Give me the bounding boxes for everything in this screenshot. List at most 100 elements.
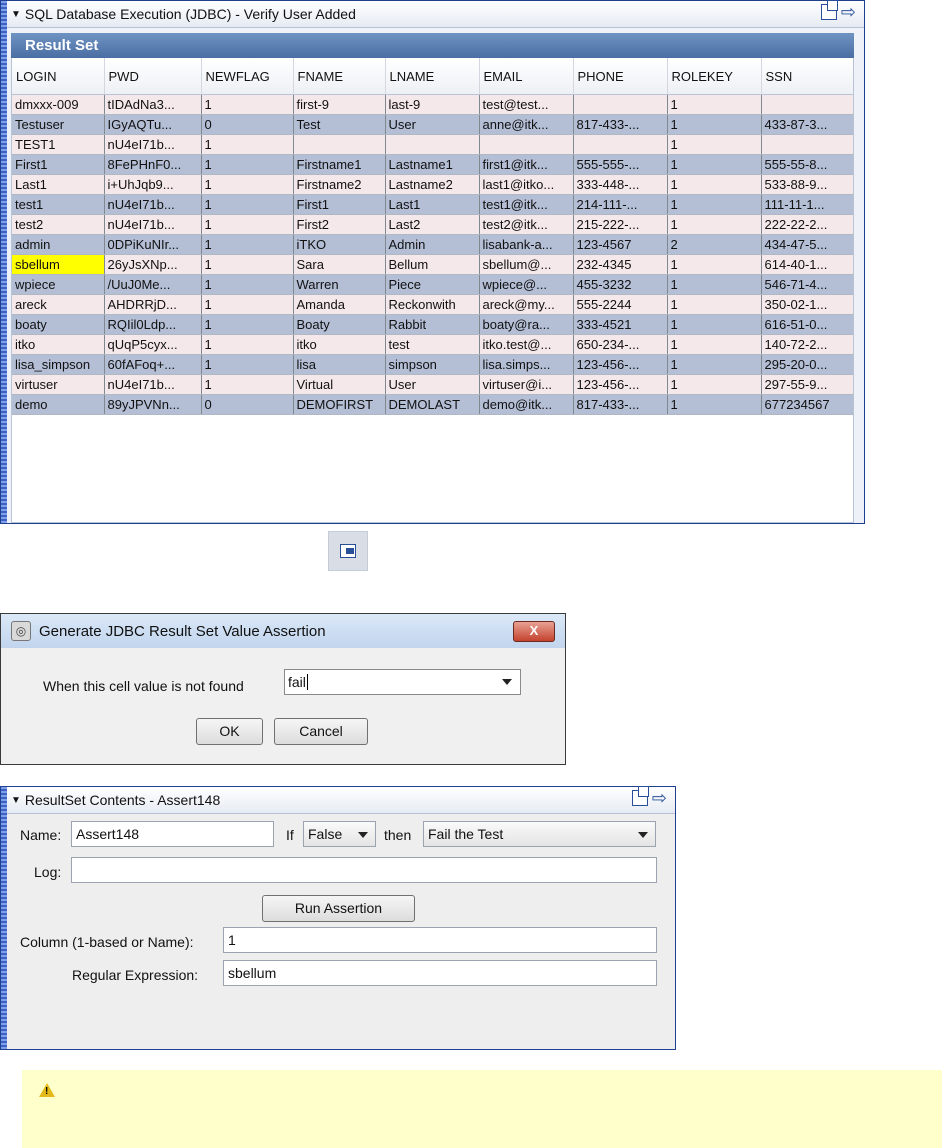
- table-row[interactable]: wpiece/UuJ0Me... 1 Warren Piece wpiece@... 45…: [12, 274, 853, 295]
- table-cell[interactable]: Testuser: [12, 114, 105, 135]
- table-cell[interactable]: i+UhJqb9...: [104, 174, 202, 195]
- table-cell[interactable]: Boaty: [293, 314, 386, 335]
- table-cell[interactable]: virtuser: [12, 374, 105, 395]
- table-cell[interactable]: [573, 94, 668, 115]
- table-cell[interactable]: 1: [667, 114, 762, 135]
- not-found-action-select[interactable]: fail: [284, 669, 521, 695]
- table-cell[interactable]: 1: [667, 314, 762, 335]
- table-cell[interactable]: areck: [12, 294, 105, 315]
- table-cell[interactable]: 1: [667, 174, 762, 195]
- table-cell[interactable]: 295-20-0...: [761, 354, 853, 375]
- table-cell[interactable]: 333-448-...: [573, 174, 668, 195]
- table-cell[interactable]: 1: [667, 214, 762, 235]
- column-header[interactable]: LNAME: [385, 58, 480, 95]
- generate-assertion-icon[interactable]: [328, 531, 368, 571]
- table-cell[interactable]: 215-222-...: [573, 214, 668, 235]
- table-cell[interactable]: IGyAQTu...: [104, 114, 202, 135]
- table-cell[interactable]: lisabank-a...: [479, 234, 574, 255]
- table-cell[interactable]: dmxxx-009: [12, 94, 105, 115]
- table-cell[interactable]: test@test...: [479, 94, 574, 115]
- table-cell[interactable]: Test: [293, 114, 386, 135]
- collapse-triangle-icon[interactable]: ▼: [11, 795, 21, 806]
- table-cell[interactable]: Reckonwith: [385, 294, 480, 315]
- table-cell[interactable]: 1: [667, 294, 762, 315]
- table-row[interactable]: virtuser nU4eI71b... 1 Virtual User virtuser@…: [12, 374, 853, 395]
- table-cell[interactable]: TEST1: [12, 134, 105, 155]
- table-cell[interactable]: Lastname2: [385, 174, 480, 195]
- table-row[interactable]: Last1 i+UhJqb9... 1 Firstname2 Lastname2 last…: [12, 174, 853, 195]
- table-cell[interactable]: qUqP5cyx...: [104, 334, 202, 355]
- table-cell[interactable]: 533-88-9...: [761, 174, 853, 195]
- table-cell[interactable]: iTKO: [293, 234, 386, 255]
- table-cell[interactable]: Warren: [293, 274, 386, 295]
- table-cell[interactable]: 1: [201, 374, 294, 395]
- table-row[interactable]: areck AHDRRjD... 1 Amanda Reckonwith areck@my…: [12, 294, 853, 315]
- chevron-down-icon[interactable]: [502, 679, 512, 685]
- table-cell[interactable]: test1@itk...: [479, 194, 574, 215]
- table-cell[interactable]: 1: [201, 274, 294, 295]
- name-field[interactable]: Assert148: [71, 821, 274, 847]
- ok-button[interactable]: OK: [196, 718, 263, 745]
- table-cell[interactable]: 1: [667, 194, 762, 215]
- table-row[interactable]: test2 nU4eI71b... 1 First2 Last2 test2@itk...…: [12, 214, 853, 235]
- column-header[interactable]: PWD: [104, 58, 202, 95]
- column-header[interactable]: ROLEKEY: [667, 58, 762, 95]
- table-cell[interactable]: 1: [667, 274, 762, 295]
- table-cell[interactable]: 614-40-1...: [761, 254, 853, 275]
- table-cell[interactable]: 232-4345: [573, 254, 668, 275]
- table-cell[interactable]: Lastname1: [385, 154, 480, 175]
- table-cell[interactable]: DEMOFIRST: [293, 394, 386, 415]
- table-cell[interactable]: [761, 134, 853, 155]
- table-cell[interactable]: Amanda: [293, 294, 386, 315]
- table-cell[interactable]: first1@itk...: [479, 154, 574, 175]
- table-cell[interactable]: demo: [12, 394, 105, 415]
- table-cell[interactable]: 1: [667, 334, 762, 355]
- chevron-down-icon[interactable]: [638, 832, 648, 838]
- table-cell[interactable]: last1@itko...: [479, 174, 574, 195]
- table-cell[interactable]: 214-111-...: [573, 194, 668, 215]
- table-cell[interactable]: 0: [201, 394, 294, 415]
- table-row[interactable]: TEST1 nU4eI71b... 1 1: [12, 134, 853, 155]
- table-cell[interactable]: Firstname1: [293, 154, 386, 175]
- table-cell[interactable]: Last1: [385, 194, 480, 215]
- table-cell[interactable]: first-9: [293, 94, 386, 115]
- table-row[interactable]: Testuser IGyAQTu... 0 Test User anne@itk... 81…: [12, 114, 853, 135]
- table-cell[interactable]: User: [385, 114, 480, 135]
- table-cell[interactable]: [293, 134, 386, 155]
- table-row[interactable]: lisa_simpson 60fAFoq+... 1 lisa simpson lisa.…: [12, 354, 853, 375]
- table-cell[interactable]: boaty@ra...: [479, 314, 574, 335]
- column-header[interactable]: EMAIL: [479, 58, 574, 95]
- table-row[interactable]: boaty RQIil0Ldp... 1 Boaty Rabbit boaty@ra...…: [12, 314, 853, 335]
- table-cell[interactable]: 616-51-0...: [761, 314, 853, 335]
- table-cell[interactable]: 1: [667, 94, 762, 115]
- table-cell[interactable]: 1: [201, 294, 294, 315]
- log-field[interactable]: [71, 857, 657, 883]
- table-row[interactable]: demo 89yJPVNn... 0 DEMOFIRST DEMOLAST demo@it…: [12, 394, 853, 415]
- table-cell[interactable]: 111-11-1...: [761, 194, 853, 215]
- table-cell[interactable]: nU4eI71b...: [104, 134, 202, 155]
- table-cell[interactable]: sbellum: [12, 254, 105, 275]
- table-cell[interactable]: Bellum: [385, 254, 480, 275]
- table-cell[interactable]: demo@itk...: [479, 394, 574, 415]
- table-cell[interactable]: First1: [293, 194, 386, 215]
- table-cell[interactable]: 677234567: [761, 394, 853, 415]
- table-cell[interactable]: First2: [293, 214, 386, 235]
- then-action-select[interactable]: Fail the Test: [423, 821, 656, 847]
- table-cell[interactable]: test: [385, 334, 480, 355]
- table-cell[interactable]: 433-87-3...: [761, 114, 853, 135]
- table-row[interactable]: admin 0DPiKuNIr... 1 iTKO Admin lisabank-a...…: [12, 234, 853, 255]
- collapse-triangle-icon[interactable]: ▼: [11, 9, 21, 20]
- table-cell[interactable]: sbellum@...: [479, 254, 574, 275]
- table-cell[interactable]: 140-72-2...: [761, 334, 853, 355]
- if-condition-select[interactable]: False: [303, 821, 376, 847]
- table-cell[interactable]: Sara: [293, 254, 386, 275]
- float-window-icon[interactable]: [820, 0, 838, 20]
- table-cell[interactable]: Virtual: [293, 374, 386, 395]
- table-cell[interactable]: [479, 134, 574, 155]
- table-cell[interactable]: Piece: [385, 274, 480, 295]
- table-cell[interactable]: 123-4567: [573, 234, 668, 255]
- table-cell[interactable]: 1: [201, 94, 294, 115]
- column-header[interactable]: FNAME: [293, 58, 386, 95]
- table-cell[interactable]: 8FePHnF0...: [104, 154, 202, 175]
- table-cell[interactable]: test2: [12, 214, 105, 235]
